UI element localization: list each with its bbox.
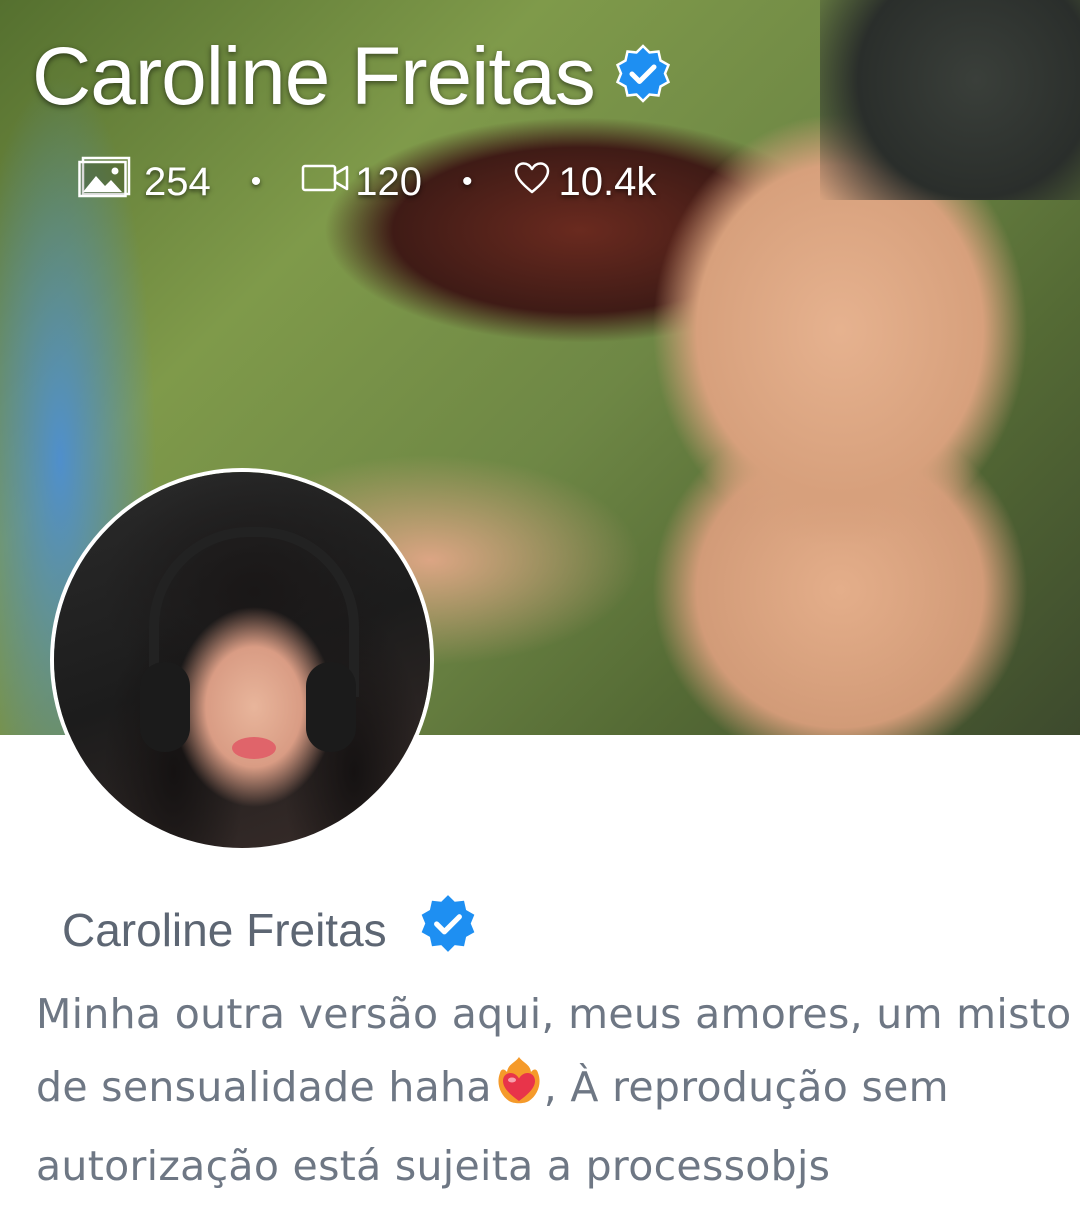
banner-title-text: Caroline Freitas (32, 31, 596, 122)
verified-badge-icon (613, 30, 673, 124)
profile-stats: 254 • 120 • 10.4k (78, 156, 656, 208)
profile-name-text: Caroline Freitas (62, 903, 387, 956)
heart-icon (513, 160, 551, 205)
videos-count: 120 (355, 159, 423, 204)
verified-badge-icon (417, 893, 479, 966)
stat-separator: • (462, 165, 473, 198)
cover-rocks (820, 0, 1080, 200)
avatar-headset-cup (306, 662, 356, 752)
heart-on-fire-icon (494, 1055, 544, 1130)
profile-name: Caroline Freitas (62, 893, 479, 966)
banner-title: Caroline Freitas (32, 30, 673, 124)
avatar[interactable] (54, 472, 430, 848)
avatar-headset-cup (140, 662, 190, 752)
likes-stat: 10.4k (513, 159, 657, 205)
videos-stat: 120 (301, 160, 422, 205)
likes-count: 10.4k (558, 159, 657, 204)
image-icon (78, 156, 132, 208)
stat-separator: • (250, 165, 262, 198)
video-camera-icon (301, 160, 351, 205)
avatar-lips (232, 737, 276, 759)
profile-bio: Minha outra versão aqui, meus amores, um… (36, 978, 1076, 1203)
photos-count: 254 (144, 159, 211, 204)
photos-stat: 254 (78, 156, 211, 208)
